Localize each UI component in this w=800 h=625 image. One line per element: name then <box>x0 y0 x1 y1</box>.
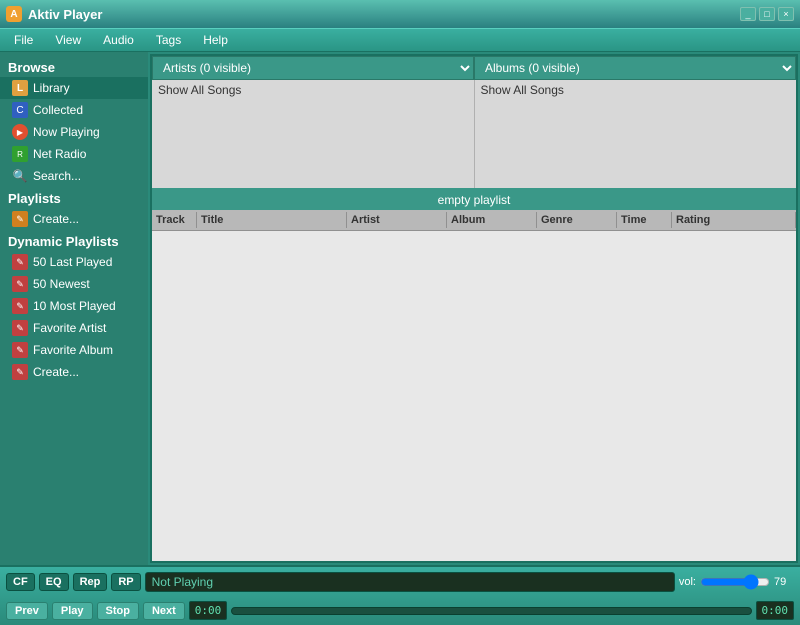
sidebar-item-50newest[interactable]: ✎ 50 Newest <box>0 273 148 295</box>
sidebar-item-nowplaying[interactable]: ▶ Now Playing <box>0 121 148 143</box>
sidebar-item-collected[interactable]: C Collected <box>0 99 148 121</box>
sidebar-item-favoritealbum[interactable]: ✎ Favorite Album <box>0 339 148 361</box>
menu-tags[interactable]: Tags <box>146 31 191 49</box>
now-playing-display: Not Playing <box>145 572 675 592</box>
minimize-button[interactable]: _ <box>740 7 756 21</box>
sidebar-item-50lastplayed[interactable]: ✎ 50 Last Played <box>0 251 148 273</box>
time-elapsed: 0:00 <box>189 601 228 620</box>
50newest-icon: ✎ <box>12 276 28 292</box>
col-header-artist: Artist <box>347 212 447 228</box>
albums-dropdown-container: Albums (0 visible) <box>474 56 796 80</box>
sidebar-item-favoriteartist[interactable]: ✎ Favorite Artist <box>0 317 148 339</box>
vol-value: 79 <box>774 576 794 588</box>
app-title: Aktiv Player <box>28 7 734 22</box>
50lastplayed-icon: ✎ <box>12 254 28 270</box>
title-bar: A Aktiv Player _ □ × <box>0 0 800 28</box>
close-button[interactable]: × <box>778 7 794 21</box>
menu-bar: File View Audio Tags Help <box>0 28 800 52</box>
rep-button[interactable]: Rep <box>73 573 108 591</box>
dynamic-playlists-section-title: Dynamic Playlists <box>0 230 148 251</box>
favoritealbum-icon: ✎ <box>12 342 28 358</box>
main-layout: Browse L Library C Collected ▶ Now Playi… <box>0 52 800 565</box>
cf-button[interactable]: CF <box>6 573 35 591</box>
eq-button[interactable]: EQ <box>39 573 69 591</box>
menu-view[interactable]: View <box>45 31 91 49</box>
artists-dropdown-container: Artists (0 visible) <box>152 56 474 80</box>
sidebar-item-search[interactable]: 🔍 Search... <box>0 165 148 187</box>
10mostplayed-icon: ✎ <box>12 298 28 314</box>
sidebar: Browse L Library C Collected ▶ Now Playi… <box>0 52 148 565</box>
track-list-header: Track Title Artist Album Genre Time Rati… <box>152 210 796 231</box>
top-dropdowns: Artists (0 visible) Albums (0 visible) <box>152 56 796 80</box>
bottom-top: CF EQ Rep RP Not Playing vol: 79 <box>0 567 800 596</box>
next-button[interactable]: Next <box>143 602 185 620</box>
sidebar-item-netradio[interactable]: R Net Radio <box>0 143 148 165</box>
create-playlist-icon: ✎ <box>12 211 28 227</box>
netradio-icon: R <box>12 146 28 162</box>
browse-lists: Show All Songs Show All Songs <box>152 80 796 190</box>
maximize-button[interactable]: □ <box>759 7 775 21</box>
artists-dropdown[interactable]: Artists (0 visible) <box>152 56 474 80</box>
window-controls: _ □ × <box>740 7 794 21</box>
time-remaining: 0:00 <box>756 601 795 620</box>
create-dynamic-icon: ✎ <box>12 364 28 380</box>
rp-button[interactable]: RP <box>111 573 140 591</box>
volume-slider[interactable] <box>700 574 770 590</box>
track-list <box>152 231 796 561</box>
menu-audio[interactable]: Audio <box>93 31 144 49</box>
sidebar-item-library[interactable]: L Library <box>0 77 148 99</box>
sidebar-item-10mostplayed[interactable]: ✎ 10 Most Played <box>0 295 148 317</box>
menu-file[interactable]: File <box>4 31 43 49</box>
col-header-album: Album <box>447 212 537 228</box>
vol-label: vol: <box>679 576 696 588</box>
collected-icon: C <box>12 102 28 118</box>
col-header-genre: Genre <box>537 212 617 228</box>
menu-help[interactable]: Help <box>193 31 238 49</box>
library-icon: L <box>12 80 28 96</box>
content-area: Artists (0 visible) Albums (0 visible) S… <box>150 54 798 563</box>
albums-dropdown[interactable]: Albums (0 visible) <box>474 56 796 80</box>
bottom-bar: CF EQ Rep RP Not Playing vol: 79 Prev Pl… <box>0 565 800 625</box>
nowplaying-icon: ▶ <box>12 124 28 140</box>
play-button[interactable]: Play <box>52 602 93 620</box>
browse-section-title: Browse <box>0 56 148 77</box>
bottom-bottom: Prev Play Stop Next 0:00 0:00 <box>0 596 800 625</box>
albums-list: Show All Songs <box>475 80 797 188</box>
albums-show-all[interactable]: Show All Songs <box>475 80 797 100</box>
col-header-title: Title <box>197 212 347 228</box>
artists-list: Show All Songs <box>152 80 475 188</box>
prev-button[interactable]: Prev <box>6 602 48 620</box>
stop-button[interactable]: Stop <box>97 602 139 620</box>
col-header-track: Track <box>152 212 197 228</box>
playlists-section-title: Playlists <box>0 187 148 208</box>
search-icon: 🔍 <box>12 168 28 184</box>
col-header-time: Time <box>617 212 672 228</box>
col-header-rating: Rating <box>672 212 796 228</box>
artists-show-all[interactable]: Show All Songs <box>152 80 474 100</box>
sidebar-item-create-playlist[interactable]: ✎ Create... <box>0 208 148 230</box>
app-icon: A <box>6 6 22 22</box>
playlist-label: empty playlist <box>152 190 796 210</box>
progress-bar[interactable] <box>231 607 751 615</box>
sidebar-item-create-dynamic[interactable]: ✎ Create... <box>0 361 148 383</box>
favoriteartist-icon: ✎ <box>12 320 28 336</box>
